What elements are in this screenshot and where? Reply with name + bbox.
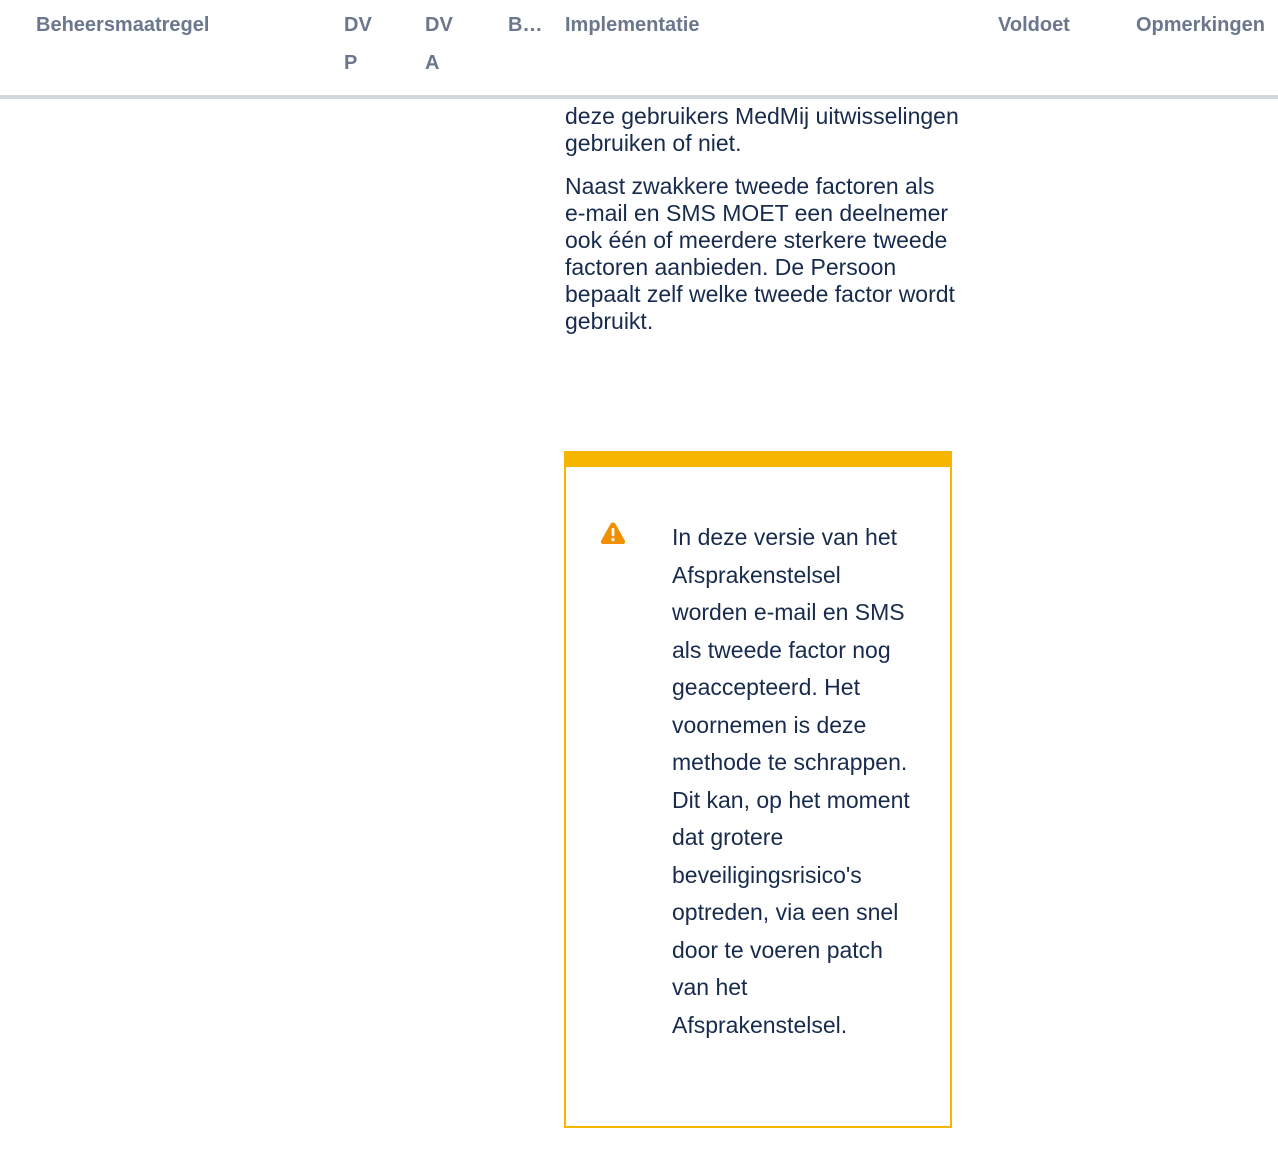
header-dva[interactable]: DVA — [425, 6, 457, 82]
header-beheersmaatregel[interactable]: Beheersmaatregel — [36, 6, 209, 44]
table-header: Beheersmaatregel DVP DVA B… Implementati… — [0, 0, 1278, 99]
warning-triangle-icon — [600, 522, 626, 544]
header-opmerkingen[interactable]: Opmerkingen — [1136, 6, 1278, 44]
implementatie-paragraph: deze gebruikers MedMij uitwisselingen ge… — [565, 103, 959, 156]
implementatie-paragraph: Naast zwakkere tweede factoren als e-mai… — [565, 173, 955, 334]
warning-text: In deze versie van het Afsprakenstelsel … — [672, 524, 910, 1038]
implementatie-cell: deze gebruikers MedMij uitwisselingen ge… — [565, 103, 960, 351]
warning-panel: In deze versie van het Afsprakenstelsel … — [564, 451, 952, 1128]
header-implementatie[interactable]: Implementatie — [565, 6, 699, 44]
header-dvp[interactable]: DVP — [344, 6, 376, 82]
header-b[interactable]: B… — [508, 6, 542, 44]
page: Beheersmaatregel DVP DVA B… Implementati… — [0, 0, 1278, 1169]
header-voldoet[interactable]: Voldoet — [998, 6, 1070, 44]
